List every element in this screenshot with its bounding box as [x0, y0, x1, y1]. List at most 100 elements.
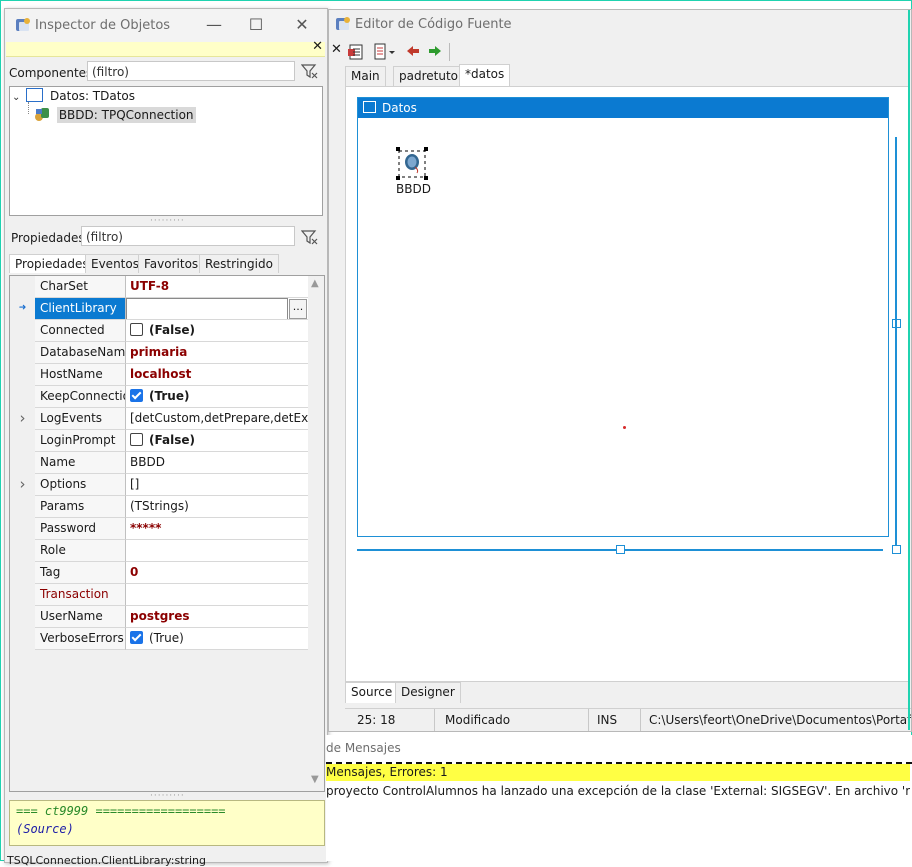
minimize-icon[interactable]: — — [203, 15, 225, 35]
property-row[interactable]: Name BBDD — [10, 452, 311, 474]
properties-filter-input[interactable]: (filtro) — [81, 226, 295, 246]
property-name[interactable]: Options — [35, 474, 126, 496]
tab-propiedades[interactable]: Propiedades — [9, 254, 95, 273]
property-row[interactable]: LoginPrompt (False) — [10, 430, 311, 452]
property-row[interactable]: CharSet UTF-8 — [10, 276, 311, 298]
close-tab-icon[interactable]: ✕ — [331, 42, 342, 57]
property-name[interactable]: Transaction — [35, 584, 126, 606]
clear-properties-filter-icon[interactable] — [300, 229, 319, 248]
expand-icon[interactable]: › — [10, 474, 35, 495]
property-value[interactable]: postgres — [126, 606, 311, 628]
components-filter-input[interactable]: (filtro) — [87, 61, 295, 81]
jump-forward-icon[interactable] — [427, 43, 443, 62]
bbdd-component[interactable] — [396, 147, 428, 180]
property-row[interactable]: Password ***** — [10, 518, 311, 540]
property-name[interactable]: LogEvents — [35, 408, 126, 430]
tree-item-bbdd[interactable]: BBDD: TPQConnection — [28, 102, 196, 123]
designed-form-titlebar[interactable]: Datos — [358, 98, 888, 118]
property-value[interactable]: primaria — [126, 342, 311, 364]
property-name[interactable]: KeepConnection — [35, 386, 126, 408]
property-value[interactable]: localhost — [126, 364, 311, 386]
property-name[interactable]: Role — [35, 540, 126, 562]
property-value[interactable]: (True) — [126, 628, 311, 650]
expand-icon[interactable]: › — [10, 408, 35, 429]
tab-eventos[interactable]: Eventos — [85, 254, 145, 273]
property-name[interactable]: LoginPrompt — [35, 430, 126, 452]
unit-list-icon[interactable] — [371, 43, 397, 64]
splitter-handle[interactable]: ········· — [150, 216, 185, 226]
property-row[interactable]: Role — [10, 540, 311, 562]
property-value[interactable]: [] — [126, 474, 311, 496]
scroll-down-icon[interactable]: ▼ — [311, 774, 319, 785]
property-value[interactable]: (TStrings) — [126, 496, 311, 518]
tab-source[interactable]: Source — [345, 682, 399, 703]
property-value-text: (True) — [149, 389, 190, 403]
scroll-up-icon[interactable]: ▲ — [311, 278, 319, 289]
property-row[interactable]: ➜ ClientLibrary... — [10, 298, 311, 320]
property-name[interactable]: Name — [35, 452, 126, 474]
toggle-form-unit-icon[interactable] — [347, 43, 365, 64]
tab-main[interactable]: Main — [345, 66, 386, 86]
property-row[interactable]: DatabaseName primaria — [10, 342, 311, 364]
property-value[interactable]: BBDD — [126, 452, 311, 474]
property-name[interactable]: Connected — [35, 320, 126, 342]
property-row[interactable]: KeepConnection (True) — [10, 386, 311, 408]
property-name[interactable]: VerboseErrors — [35, 628, 126, 650]
checkbox-checked-icon[interactable] — [130, 389, 143, 402]
property-grid-scrollbar[interactable]: ▲ ▼ — [308, 276, 324, 791]
messages-header[interactable]: Mensajes, Errores: 1 — [326, 764, 910, 781]
property-value[interactable]: UTF-8 — [126, 276, 311, 298]
tab-favoritos[interactable]: Favoritos — [138, 254, 205, 273]
tree-item-datos[interactable]: ⌄ Datos: TDatos — [12, 88, 135, 105]
resize-handle-corner[interactable] — [892, 545, 901, 554]
property-row[interactable]: ›LogEvents [detCustom,detPrepare,detExecu… — [10, 408, 311, 430]
clear-filter-icon[interactable] — [300, 63, 319, 82]
property-value[interactable]: ***** — [126, 518, 311, 540]
property-value[interactable]: ... — [126, 298, 311, 320]
property-name[interactable]: CharSet — [35, 276, 126, 298]
form-designer-area[interactable]: Datos BBDD — [345, 86, 910, 682]
property-value[interactable]: (True) — [126, 386, 311, 408]
object-inspector-titlebar[interactable]: Inspector de Objetos — ☐ ✕ — [5, 9, 327, 42]
property-row[interactable]: Connected (False) — [10, 320, 311, 342]
property-name[interactable]: HostName — [35, 364, 126, 386]
maximize-icon[interactable]: ☐ — [245, 15, 267, 35]
property-value[interactable] — [126, 540, 311, 562]
property-name[interactable]: Password — [35, 518, 126, 540]
checkbox-unchecked-icon[interactable] — [130, 323, 143, 336]
tab-designer[interactable]: Designer — [395, 682, 461, 703]
property-name[interactable]: Params — [35, 496, 126, 518]
property-row[interactable]: HostName localhost — [10, 364, 311, 386]
client-library-input[interactable] — [126, 298, 288, 319]
property-value[interactable]: (False) — [126, 320, 311, 342]
property-value[interactable]: [detCustom,detPrepare,detExecut — [126, 408, 311, 430]
property-name[interactable]: DatabaseName — [35, 342, 126, 364]
property-row[interactable]: › Options [] — [10, 474, 311, 496]
property-row[interactable]: VerboseErrors (True) — [10, 628, 311, 650]
tab-padretutor[interactable]: padretutor — [393, 66, 469, 86]
close-icon[interactable]: ✕ — [291, 15, 313, 35]
property-name[interactable]: UserName — [35, 606, 126, 628]
checkbox-checked-icon[interactable] — [130, 631, 143, 644]
resize-handle-bottom[interactable] — [616, 545, 625, 554]
property-name[interactable]: Tag — [35, 562, 126, 584]
tab-datos[interactable]: *datos — [459, 64, 511, 86]
property-row[interactable]: Transaction — [10, 584, 311, 606]
property-name[interactable]: ClientLibrary — [35, 298, 126, 320]
designed-form[interactable]: Datos BBDD — [357, 97, 889, 537]
property-row[interactable]: UserName postgres — [10, 606, 311, 628]
property-value[interactable]: 0 — [126, 562, 311, 584]
tab-restringido[interactable]: Restringido — [199, 254, 279, 273]
property-row[interactable]: Tag 0 — [10, 562, 311, 584]
property-value[interactable]: (False) — [126, 430, 311, 452]
source-editor-titlebar[interactable]: Editor de Código Fuente — [329, 10, 911, 38]
close-info-bar-icon[interactable]: ✕ — [312, 39, 323, 54]
property-value[interactable] — [126, 584, 311, 606]
messages-window: de Mensajes Mensajes, Errores: 1 proyect… — [326, 735, 912, 861]
property-row[interactable]: Params (TStrings) — [10, 496, 311, 518]
ellipsis-button[interactable]: ... — [289, 299, 307, 319]
jump-back-icon[interactable] — [405, 43, 421, 62]
checkbox-unchecked-icon[interactable] — [130, 433, 143, 446]
message-line[interactable]: proyecto ControlAlumnos ha lanzado una e… — [326, 782, 910, 800]
tree-collapse-icon[interactable]: ⌄ — [12, 92, 20, 103]
